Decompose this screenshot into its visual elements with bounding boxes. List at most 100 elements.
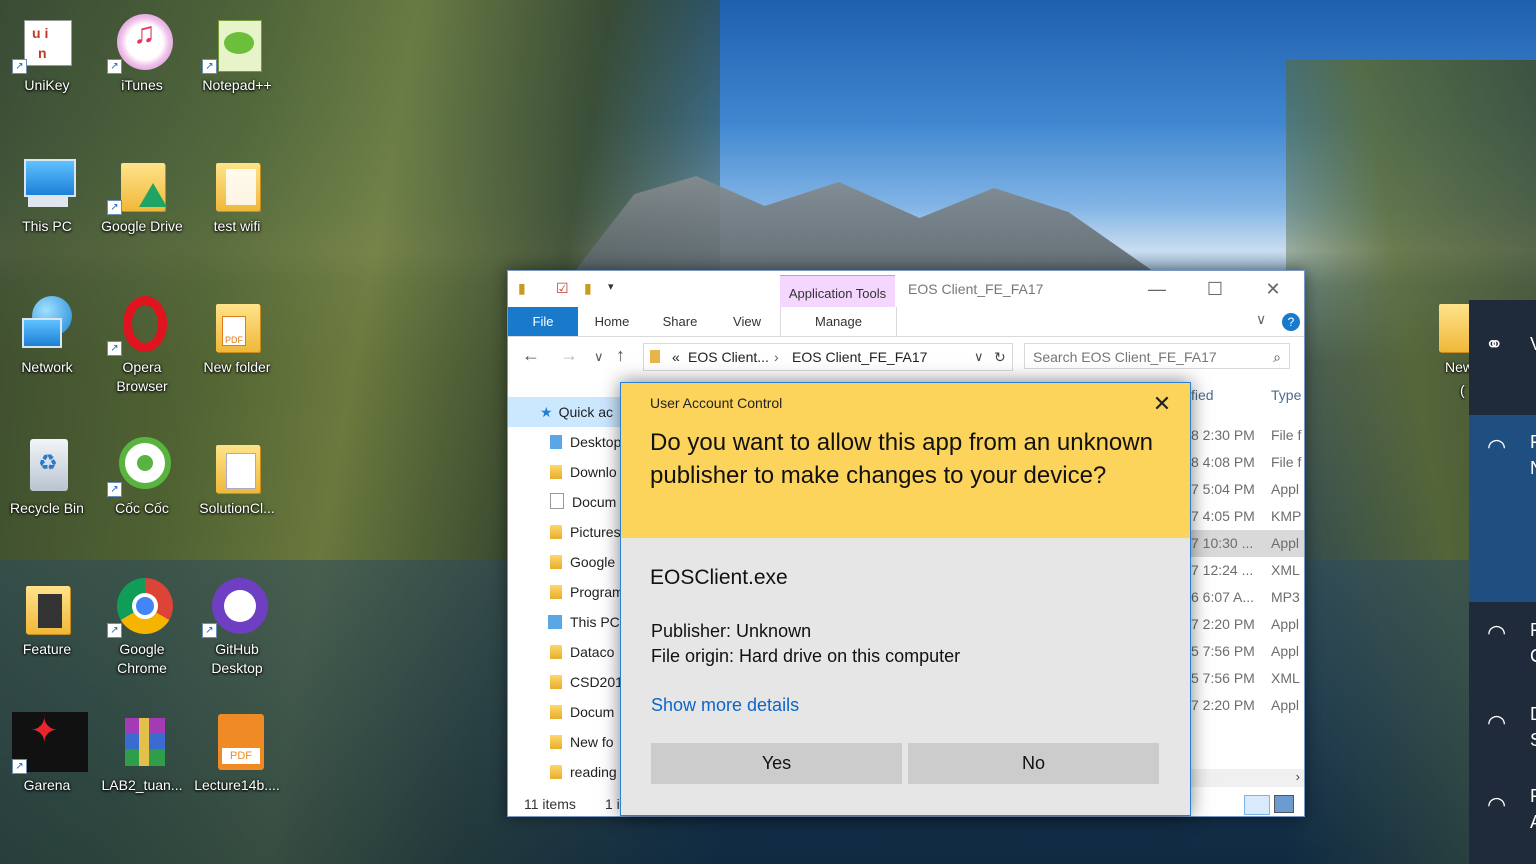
row-type[interactable]: Appl xyxy=(1271,476,1299,503)
minimize-button[interactable]: — xyxy=(1128,275,1186,303)
uac-caption: User Account Control xyxy=(650,395,783,411)
row-type[interactable]: Appl xyxy=(1271,638,1299,665)
close-button[interactable]: ✕ xyxy=(1244,275,1302,303)
ribbon-tabs: File Home Share View Manage ∨ ? xyxy=(508,307,1304,337)
row-type[interactable]: File f xyxy=(1271,422,1301,449)
row-type[interactable]: Appl xyxy=(1271,530,1299,557)
address-bar[interactable]: « EOS Client... › EOS Client_FE_FA17 ∨ ↻ xyxy=(643,343,1013,371)
uac-dialog[interactable]: User Account Control ✕ Do you want to al… xyxy=(620,382,1191,816)
row-date[interactable]: 7 12:24 ... xyxy=(1191,557,1253,584)
row-type[interactable]: Appl xyxy=(1271,611,1299,638)
desktop-icon-this-pc[interactable]: This PC xyxy=(1,155,93,236)
nav-program[interactable]: Program xyxy=(550,577,623,607)
refresh-icon[interactable]: ↻ xyxy=(994,344,1006,370)
properties-icon[interactable]: ☑ xyxy=(556,280,569,297)
nav-new-fo[interactable]: New fo xyxy=(550,727,623,757)
nav-reading[interactable]: reading xyxy=(550,757,623,787)
nav-quick-access[interactable]: ★Quick acc xyxy=(540,397,613,427)
desktop-icon-lecture14b[interactable]: PDF Lecture14b.... xyxy=(191,714,283,795)
back-icon[interactable]: ← xyxy=(522,345,540,366)
horizontal-scrollbar[interactable]: › xyxy=(1191,769,1304,787)
desktop-icon-google-drive[interactable]: ↗ Google Drive xyxy=(96,155,188,236)
row-date[interactable]: 6 6:07 A... xyxy=(1191,584,1254,611)
tab-file[interactable]: File xyxy=(508,307,578,336)
wifi-icon[interactable]: ◠ xyxy=(1487,792,1517,822)
breadcrumb-current[interactable]: EOS Client_FE_FA17 xyxy=(792,344,927,370)
address-dropdown-icon[interactable]: ∨ xyxy=(974,344,984,370)
up-icon[interactable]: ↑ xyxy=(616,345,625,366)
column-type[interactable]: Type xyxy=(1271,387,1301,403)
row-type[interactable]: Appl xyxy=(1271,692,1299,719)
desktop-icon-google-chrome[interactable]: ↗ Google Chrome xyxy=(96,578,188,678)
nav-pictures[interactable]: Pictures xyxy=(550,517,623,547)
row-type[interactable]: KMP xyxy=(1271,503,1301,530)
desktop-icon-feature[interactable]: Feature xyxy=(1,578,93,659)
nav-this-pc[interactable]: This PC xyxy=(548,607,621,637)
desktop-icon-test-wifi[interactable]: test wifi xyxy=(191,155,283,236)
row-date[interactable]: 7 2:20 PM xyxy=(1191,611,1255,638)
nav-documents[interactable]: Docum xyxy=(550,487,623,517)
desktop-icon-github-desktop[interactable]: ↗ GitHub Desktop xyxy=(191,578,283,678)
expand-ribbon-icon[interactable]: ∨ xyxy=(1256,311,1266,328)
winrar-icon xyxy=(113,714,171,772)
desktop-icon-notepadpp[interactable]: ↗ Notepad++ xyxy=(191,14,283,95)
details-view-icon[interactable] xyxy=(1244,795,1270,815)
new-folder-icon[interactable]: ▮ xyxy=(584,280,592,297)
row-type[interactable]: File f xyxy=(1271,449,1301,476)
show-more-details-link[interactable]: Show more details xyxy=(651,695,799,716)
nav-docum-2[interactable]: Docum xyxy=(550,697,623,727)
desktop-icon-garena[interactable]: ✦ ↗ Garena xyxy=(1,712,93,795)
breadcrumb-overflow[interactable]: « xyxy=(672,344,680,370)
desktop-icon-coc-coc[interactable]: ↗ Cốc Cốc xyxy=(96,437,188,518)
recent-locations-icon[interactable]: ∨ xyxy=(594,349,604,365)
row-date[interactable]: 8 2:30 PM xyxy=(1191,422,1255,449)
close-icon[interactable]: ✕ xyxy=(1145,389,1179,419)
desktop-icon-new-folder[interactable]: PDF New folder xyxy=(191,296,283,377)
desktop-icon-opera[interactable]: ↗ Opera Browser xyxy=(96,296,188,396)
maximize-button[interactable]: ☐ xyxy=(1186,275,1244,303)
row-date[interactable]: 7 2:20 PM xyxy=(1191,692,1255,719)
nav-dataco[interactable]: Dataco xyxy=(550,637,623,667)
breadcrumb-item[interactable]: EOS Client... xyxy=(688,344,769,370)
desktop-icon-itunes[interactable]: ♫ ↗ iTunes xyxy=(96,14,188,95)
row-date[interactable]: 7 5:04 PM xyxy=(1191,476,1255,503)
desktop-icon-solutioncl[interactable]: SolutionCl... xyxy=(191,437,283,518)
item-count: 11 items xyxy=(524,796,576,812)
row-date[interactable]: 5 7:56 PM xyxy=(1191,665,1255,692)
folder-icon[interactable]: ▮ xyxy=(518,280,526,297)
tab-manage[interactable]: Manage xyxy=(780,307,897,336)
row-type[interactable]: MP3 xyxy=(1271,584,1300,611)
explorer-titlebar[interactable]: ▮ ☑ ▮ ▾ Application Tools EOS Client_FE_… xyxy=(508,271,1304,309)
customize-qat-icon[interactable]: ▾ xyxy=(608,280,614,293)
scroll-right-icon[interactable]: › xyxy=(1296,769,1300,784)
tab-view[interactable]: View xyxy=(722,307,772,336)
row-date[interactable]: 8 4:08 PM xyxy=(1191,449,1255,476)
nav-google[interactable]: Google xyxy=(550,547,623,577)
search-box[interactable]: Search EOS Client_FE_FA17 ⌕ xyxy=(1024,343,1290,369)
row-type[interactable]: XML xyxy=(1271,557,1300,584)
tab-home[interactable]: Home xyxy=(586,307,638,336)
row-type[interactable]: XML xyxy=(1271,665,1300,692)
desktop-icon-lab2[interactable]: LAB2_tuan... xyxy=(96,714,188,795)
row-date[interactable]: 5 7:56 PM xyxy=(1191,638,1255,665)
forward-icon[interactable]: → xyxy=(560,345,578,366)
desktop-icon-network[interactable]: Network xyxy=(1,296,93,377)
row-date[interactable]: 7 10:30 ... xyxy=(1191,530,1253,557)
column-date-modified[interactable]: fied xyxy=(1191,387,1214,403)
tab-share[interactable]: Share xyxy=(654,307,706,336)
wifi-icon[interactable]: ◠ xyxy=(1487,710,1517,740)
no-button[interactable]: No xyxy=(908,743,1159,784)
nav-desktop[interactable]: Desktop xyxy=(550,427,623,457)
desktop-icon-recycle-bin[interactable]: ♻ Recycle Bin xyxy=(1,437,93,518)
desktop-icon-unikey[interactable]: u i n ↗ UniKey xyxy=(1,14,93,95)
row-date[interactable]: 7 4:05 PM xyxy=(1191,503,1255,530)
nav-csd201[interactable]: CSD201 xyxy=(550,667,623,697)
nav-label: CSD201 xyxy=(570,674,623,690)
nav-label: Downlo xyxy=(570,464,617,480)
help-icon[interactable]: ? xyxy=(1282,313,1300,331)
navigation-pane[interactable]: ★Quick acc Desktop Downlo Docum Pictures… xyxy=(508,397,623,792)
yes-button[interactable]: Yes xyxy=(651,743,902,784)
nav-downloads[interactable]: Downlo xyxy=(550,457,623,487)
network-flyout[interactable]: ⚭ V ◠ F N ◠ F C ◠ D S ◠ F A xyxy=(1469,300,1536,864)
large-icons-view-icon[interactable] xyxy=(1274,795,1294,813)
